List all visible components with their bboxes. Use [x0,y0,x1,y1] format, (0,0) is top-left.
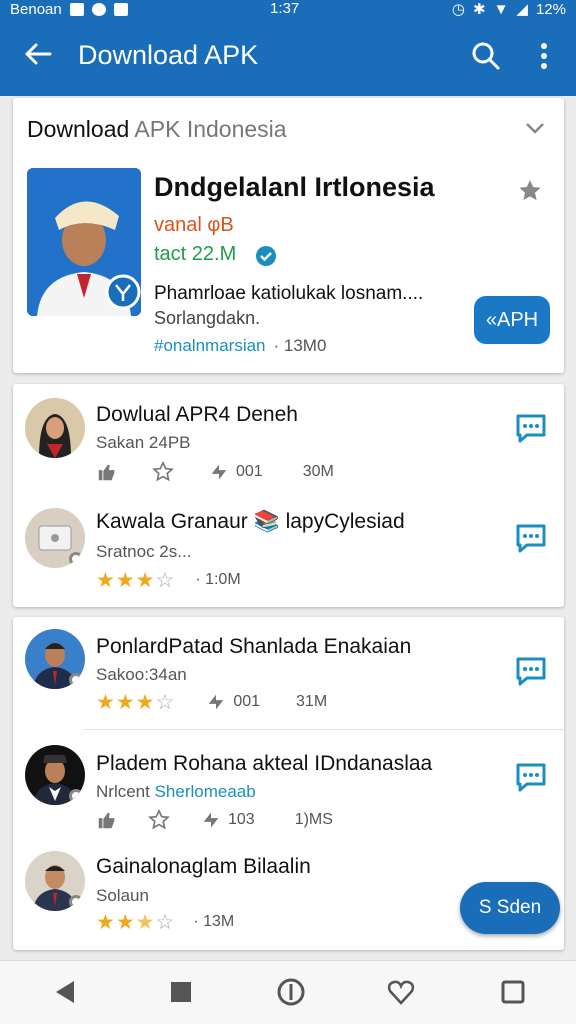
item-meta: 103 1)MS [96,808,333,832]
share-icon[interactable] [205,691,227,713]
featured-app-card[interactable]: Download APK Indonesia Dndgelalanl Irtlo… [13,98,564,373]
recents-square-icon[interactable] [498,977,528,1007]
avatar [25,851,85,911]
app-tags: #onalnmarsian · 13M0 [154,336,326,356]
app-description: Phamrloae katiolukak losnam.... [154,283,424,304]
star-outline-icon[interactable] [152,461,174,483]
item-title: Dowlual APR4 Deneh [96,403,298,426]
avatar [25,398,85,458]
list-item[interactable]: PonlardPatad Shanlada Enakaian Sakoo:34a… [13,629,564,729]
item-title: PonlardPatad Shanlada Enakaian [96,635,412,658]
more-options-icon[interactable] [534,40,554,72]
download-apk-button[interactable]: «APH [474,296,550,344]
section-heading: Download APK Indonesia [27,116,287,142]
avatar [25,508,85,568]
avatar [25,745,85,805]
thumbs-up-icon[interactable] [96,809,118,831]
item-meta: 001 30M [96,460,334,484]
item-title: Pladem Rohana akteal IDndanaslaa [96,752,433,775]
item-count: 001 [233,693,261,710]
share-icon[interactable] [200,809,222,831]
list-item[interactable]: Pladem Rohana akteal IDndanaslaa Nrlcent… [13,745,564,845]
item-subtitle: Sakoo:34an [96,665,187,684]
item-subtitle: Nrlcent Sherlomeaab [96,782,256,801]
signal-icon: ◢ [516,1,528,18]
app-size: tact 22.M [154,243,237,265]
favorite-star-icon[interactable] [517,178,543,204]
item-subtitle: Sratnoc 2s... [96,542,192,561]
system-nav-bar [0,960,576,1024]
item-size: · 13M [193,913,235,930]
notification-icon [91,2,106,16]
search-icon[interactable] [470,40,502,72]
item-meta: ★★★☆ 001 31M [96,690,327,714]
chevron-down-icon[interactable] [523,116,547,140]
floating-action-button[interactable]: S Sden [460,882,560,934]
back-arrow-icon[interactable] [22,38,54,70]
heart-icon[interactable] [386,977,416,1007]
comment-icon[interactable] [515,761,547,793]
app-meta: · 13M0 [273,336,327,355]
hashtag-link[interactable]: #onalnmarsian [154,336,266,355]
item-subtitle: Sakan 24PB [96,433,191,452]
bluetooth-icon: ✱ [472,1,486,18]
app-vendor: vanal φB [154,214,234,236]
item-size: 31M [296,693,328,710]
portrait-icon [27,168,141,316]
app-subtitle: Sorlangdakn. [154,308,261,328]
app-list-card: Dowlual APR4 Deneh Sakan 24PB 001 30M Ka… [13,384,564,607]
item-size: 1)MS [294,811,333,828]
verified-badge-icon [256,246,276,266]
divider [83,729,564,730]
comment-icon[interactable] [515,522,547,554]
share-icon[interactable] [208,461,230,483]
battery-level: 12% [535,0,566,18]
rating-stars: ★★★☆ [96,568,176,592]
item-size: · 1:0M [195,571,241,588]
carrier-label: Benoan [10,0,62,18]
item-title: Kawala Granaur 📚 lapyCylesiad [96,510,405,533]
alarm-icon: ◷ [451,1,465,18]
back-triangle-icon[interactable] [50,977,80,1007]
wifi-icon: ▼ [493,0,509,18]
item-meta: ★★★☆ · 13M [96,910,234,934]
stop-square-icon[interactable] [166,977,196,1007]
thumbs-up-icon[interactable] [96,461,118,483]
status-bar: Benoan 1:37 ◷ ✱ ▼ ◢ 12% [0,0,576,18]
notification-icon [113,2,128,16]
list-item[interactable]: Kawala Granaur 📚 lapyCylesiad Sratnoc 2s… [13,506,564,606]
item-count: 001 [236,463,263,480]
clock: 1:37 [270,0,300,17]
avatar [25,629,85,689]
comment-icon[interactable] [515,412,547,444]
rating-stars: ★★★☆ [96,690,176,714]
item-count: 103 [228,811,255,828]
item-title: Gainalonaglam Bilaalin [96,855,311,878]
rating-stars: ★★★☆ [96,910,176,934]
notification-icon [69,2,84,16]
app-bar: Download APK [0,18,576,96]
page-title: Download APK [78,40,259,70]
item-size: 30M [302,463,334,480]
compass-icon[interactable] [276,977,306,1007]
item-subtitle: Solaun [96,886,149,905]
app-name[interactable]: Dndgelalanl Irtlonesia [154,172,435,203]
star-outline-icon[interactable] [148,809,170,831]
app-icon[interactable] [27,168,141,316]
comment-icon[interactable] [515,655,547,687]
list-item[interactable]: Dowlual APR4 Deneh Sakan 24PB 001 30M [13,398,564,498]
item-meta: ★★★☆ · 1:0M [96,568,241,592]
